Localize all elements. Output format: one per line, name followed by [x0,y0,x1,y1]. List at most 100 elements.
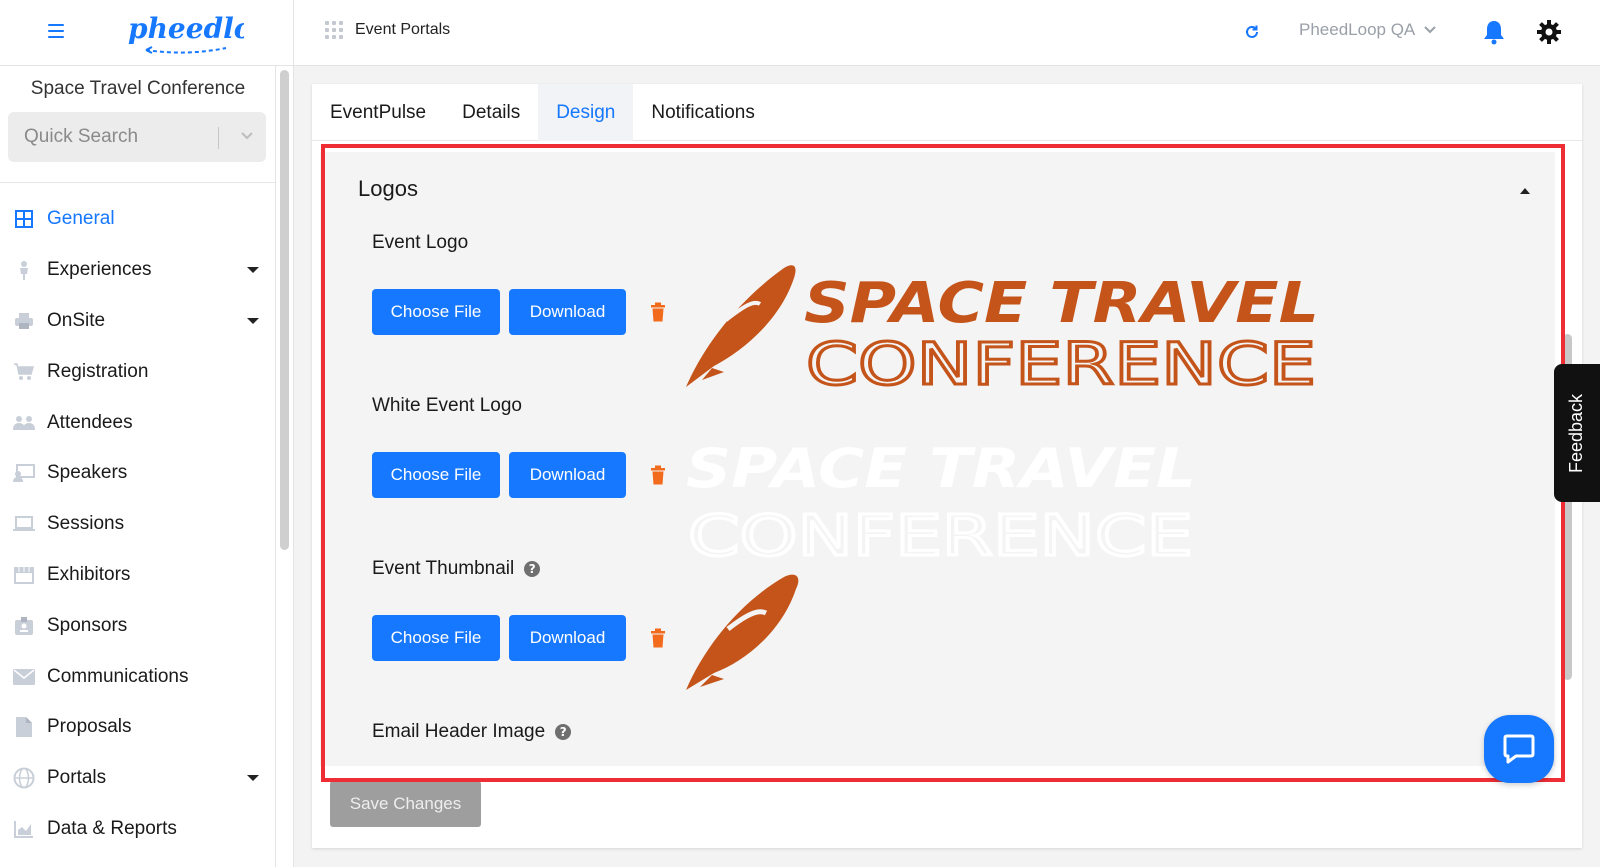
tab-notifications[interactable]: Notifications [633,84,773,141]
menu-icon[interactable] [48,24,64,38]
sidebar-divider [0,182,276,183]
svg-text:SPACE TRAVEL: SPACE TRAVEL [804,271,1319,336]
field-label-text: White Event Logo [372,395,522,416]
field-label-event-logo: Event Logo [372,232,468,254]
download-button[interactable]: Download [509,289,626,335]
field-label-text: Event Logo [372,232,469,253]
sidebar-item-label: Data & Reports [47,817,177,839]
tab-eventpulse[interactable]: EventPulse [312,84,444,141]
chat-button[interactable] [1484,715,1554,783]
svg-text:CONFERENCE: CONFERENCE [688,504,1193,562]
breadcrumb-label: Event Portals [355,21,451,38]
tab-design[interactable]: Design [538,84,634,141]
tab-bar: EventPulse Details Design Notifications [312,84,1582,141]
sidebar-item-data-reports[interactable]: Data & Reports [0,804,276,855]
download-button[interactable]: Download [509,452,626,498]
refresh-icon[interactable] [1243,23,1261,41]
caret-down-icon[interactable] [247,317,259,324]
sidebar-item-registration[interactable]: Registration [0,346,276,397]
trash-icon[interactable] [650,465,666,485]
sidebar-item-sponsors[interactable]: Sponsors [0,600,276,651]
white-logo-preview: SPACE TRAVEL CONFERENCE [686,437,1196,562]
sidebar-item-general[interactable]: General [0,194,276,245]
sidebar-item-label: Exhibitors [47,563,131,585]
choose-file-button[interactable]: Choose File [372,615,500,661]
apps-grid-icon[interactable] [325,21,343,39]
org-name: PheedLoop QA [1299,20,1416,39]
chevron-down-icon [1424,26,1436,34]
field-label-text: Event Thumbnail [372,558,515,579]
sidebar-item-label: OnSite [47,309,106,331]
download-button[interactable]: Download [509,615,626,661]
gear-icon[interactable] [1536,19,1562,45]
badge-icon [12,616,36,636]
caret-down-icon[interactable] [247,266,259,273]
event-logo-actions: Choose File Download [372,289,666,335]
sidebar-item-label: Registration [47,360,149,382]
caret-down-icon[interactable] [247,774,259,781]
sidebar-item-label: General [47,208,115,230]
feedback-tab[interactable]: Feedback [1554,364,1600,502]
field-label-text: Email Header Image [372,721,546,742]
svg-text:pheedloop: pheedloop [128,12,244,45]
sidebar-item-label: Proposals [47,716,132,738]
sidebar-item-onsite[interactable]: OnSite [0,296,276,347]
sidebar-item-communications[interactable]: Communications [0,651,276,702]
top-bar: pheedloop Event Portals PheedLoop QA [0,0,1600,66]
bell-icon[interactable] [1482,19,1506,45]
save-changes-button[interactable]: Save Changes [330,781,481,827]
quick-search-placeholder: Quick Search [24,126,139,147]
help-icon[interactable]: ? [555,724,572,740]
store-icon [12,565,36,585]
sidebar-item-attendees[interactable]: Attendees [0,397,276,448]
choose-file-button[interactable]: Choose File [372,289,500,335]
printer-icon [12,311,36,331]
sidebar-nav: General Experiences OnSite Registration … [0,194,276,854]
thumbnail-actions: Choose File Download [372,615,666,661]
breadcrumb: Event Portals [325,21,450,39]
sidebar-item-exhibitors[interactable]: Exhibitors [0,550,276,601]
event-logo-preview: SPACE TRAVEL CONFERENCE [686,265,1319,392]
sidebar-item-sessions[interactable]: Sessions [0,499,276,550]
white-logo-actions: Choose File Download [372,452,666,498]
help-icon[interactable]: ? [524,561,541,577]
sidebar-item-label: Speakers [47,462,128,484]
pheedloop-logo[interactable]: pheedloop [126,8,244,56]
sidebar-item-label: Communications [47,665,189,687]
laptop-icon [12,514,36,534]
feedback-label: Feedback [1566,393,1587,473]
sidebar: Space Travel Conference Quick Search Gen… [0,66,276,867]
field-label-event-thumbnail: Event Thumbnail ? [372,558,541,580]
file-icon [12,717,36,738]
mail-icon [12,667,36,687]
search-divider [218,127,219,149]
globe-icon [12,767,36,789]
section-title: Logos [358,176,418,201]
trash-icon[interactable] [650,628,666,648]
svg-text:SPACE TRAVEL: SPACE TRAVEL [686,437,1196,500]
sidebar-scrollbar[interactable] [280,70,289,550]
grid-icon [12,209,36,229]
trash-icon[interactable] [650,302,666,322]
choose-file-button[interactable]: Choose File [372,452,500,498]
event-name: Space Travel Conference [30,78,246,99]
sidebar-item-speakers[interactable]: Speakers [0,448,276,499]
brand-area: pheedloop [0,0,294,66]
field-label-white-event-logo: White Event Logo [372,395,522,417]
sidebar-item-label: Attendees [47,411,133,433]
person-icon [12,260,36,281]
logos-panel: Logos Event Logo Choose File Download SP… [320,152,1555,766]
chevron-down-icon[interactable] [240,131,254,141]
sidebar-item-experiences[interactable]: Experiences [0,245,276,296]
presenter-icon [12,463,36,483]
svg-text:CONFERENCE: CONFERENCE [806,330,1316,392]
sidebar-item-label: Experiences [47,259,152,281]
main-card: EventPulse Details Design Notifications … [312,84,1582,848]
sidebar-item-proposals[interactable]: Proposals [0,702,276,753]
org-selector[interactable]: PheedLoop QA [1299,20,1437,40]
collapse-icon[interactable] [1520,188,1530,194]
tab-details[interactable]: Details [444,84,538,141]
sidebar-item-label: Sessions [47,513,125,535]
sidebar-item-portals[interactable]: Portals [0,753,276,804]
quick-search-input[interactable]: Quick Search [8,112,266,162]
